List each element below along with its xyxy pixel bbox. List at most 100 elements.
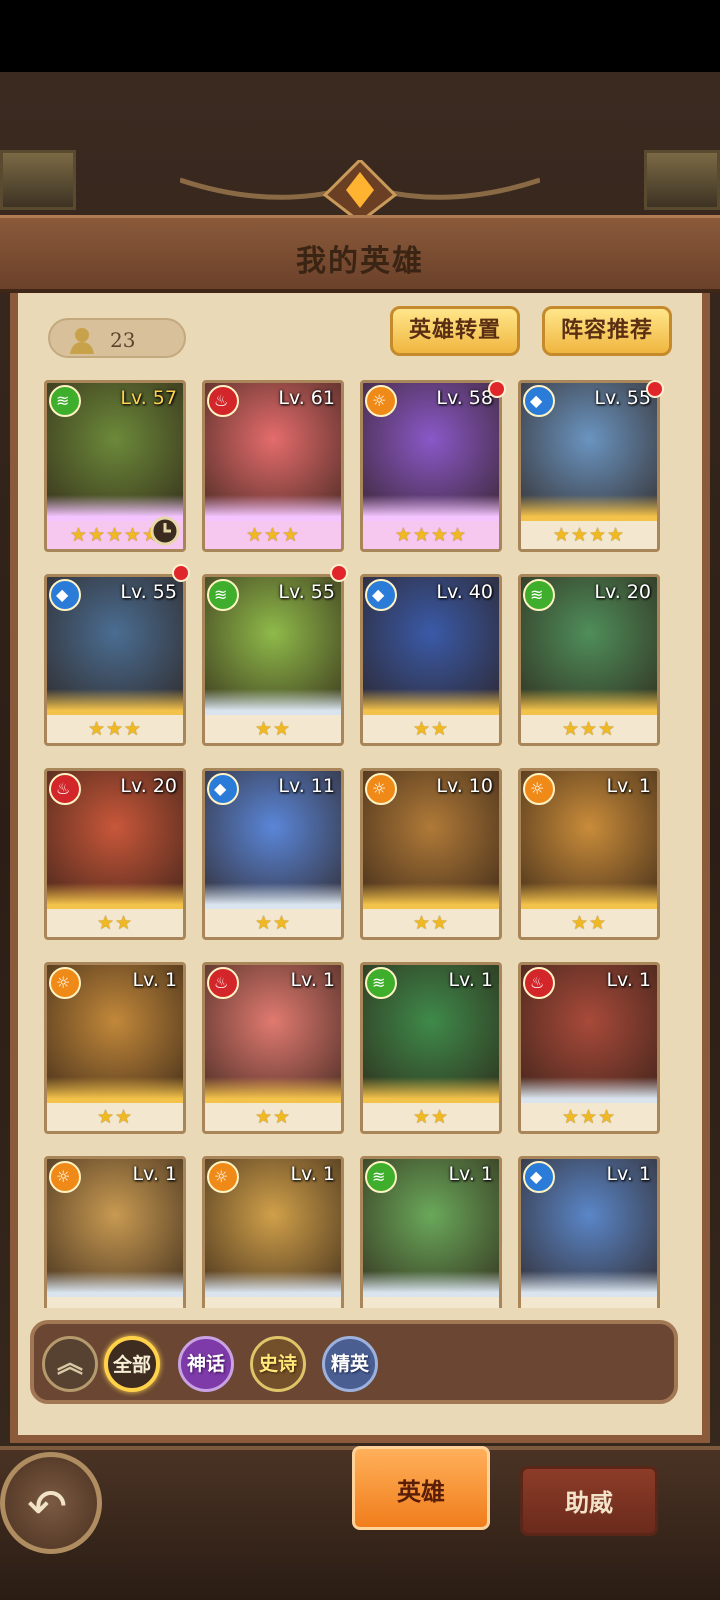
hero-level: Lv. 1 (606, 775, 651, 797)
tab-support[interactable]: 助威 (520, 1466, 658, 1536)
hero-card[interactable]: ◆ Lv. 11 ★★ (202, 768, 344, 940)
hero-level: Lv. 20 (594, 581, 651, 603)
star-rating: ★★★★ (394, 524, 468, 546)
hero-card[interactable]: ◆ Lv. 1 (518, 1156, 660, 1308)
star-rating: ★★ (570, 912, 608, 934)
page-title: 我的英雄 (296, 244, 424, 279)
light-element-icon: ☼ (365, 773, 397, 805)
star-rating: ★★ (96, 1106, 134, 1128)
filter-epic-button[interactable]: 史诗 (250, 1336, 306, 1392)
star-rating: ★★★★ (552, 524, 626, 546)
hero-level: Lv. 11 (278, 775, 335, 797)
star-rating: ★★★ (561, 1106, 617, 1128)
star-rating: ★★ (96, 912, 134, 934)
star-rating: ★★★ (87, 718, 143, 740)
wind-element-icon: ≋ (365, 1161, 397, 1193)
star-rating: ★★ (254, 1106, 292, 1128)
hero-level: Lv. 1 (290, 1163, 335, 1185)
hero-card[interactable]: ☼ Lv. 1 (44, 1156, 186, 1308)
hero-grid: ≋ Lv. 57 ★★★★★ ♨ Lv. 61 ★★★ ☼ Lv. 58 ★★★★ ◆ Lv. 55… (44, 380, 664, 1308)
fire-element-icon: ♨ (207, 967, 239, 999)
light-element-icon: ☼ (49, 1161, 81, 1193)
water-element-icon: ◆ (523, 1161, 555, 1193)
star-rating: ★★ (254, 718, 292, 740)
water-element-icon: ◆ (207, 773, 239, 805)
hero-transfer-button[interactable]: 英雄转置 (390, 306, 520, 356)
hero-card[interactable]: ♨ Lv. 1 ★★ (202, 962, 344, 1134)
card-footer (521, 1297, 657, 1308)
hero-level: Lv. 1 (448, 969, 493, 991)
filter-myth-button[interactable]: 神话 (178, 1336, 234, 1392)
hero-card[interactable]: ≋ Lv. 55 ★★ (202, 574, 344, 746)
hero-level: Lv. 57 (120, 387, 177, 409)
hero-count-badge: 23 (48, 318, 186, 358)
hero-level: Lv. 58 (436, 387, 493, 409)
clock-icon (150, 516, 180, 546)
wind-element-icon: ≋ (365, 967, 397, 999)
light-element-icon: ☼ (207, 1161, 239, 1193)
hero-level: Lv. 1 (290, 969, 335, 991)
hero-level: Lv. 55 (278, 581, 335, 603)
card-footer (363, 1297, 499, 1308)
left-pillar-decoration (0, 150, 76, 210)
tab-heroes[interactable]: 英雄 (352, 1446, 490, 1530)
wind-element-icon: ≋ (207, 579, 239, 611)
hero-card[interactable]: ◆ Lv. 40 ★★ (360, 574, 502, 746)
hero-card[interactable]: ☼ Lv. 58 ★★★★ (360, 380, 502, 552)
back-arrow-icon: ↶ (27, 1479, 68, 1535)
wind-element-icon: ≋ (49, 385, 81, 417)
hero-card[interactable]: ☼ Lv. 1 ★★ (44, 962, 186, 1134)
notification-dot (172, 564, 190, 582)
hero-card[interactable]: ☼ Lv. 10 ★★ (360, 768, 502, 940)
fire-element-icon: ♨ (523, 967, 555, 999)
notification-dot (330, 564, 348, 582)
hero-card[interactable]: ≋ Lv. 57 ★★★★★ (44, 380, 186, 552)
lineup-recommend-button[interactable]: 阵容推荐 (542, 306, 672, 356)
light-element-icon: ☼ (365, 385, 397, 417)
collapse-up-icon[interactable]: ︽ (42, 1336, 98, 1392)
filter-elite-button[interactable]: 精英 (322, 1336, 378, 1392)
hero-card[interactable]: ☼ Lv. 1 (202, 1156, 344, 1308)
hero-card[interactable]: ♨ Lv. 1 ★★★ (518, 962, 660, 1134)
hero-level: Lv. 10 (436, 775, 493, 797)
star-rating: ★★ (254, 912, 292, 934)
light-element-icon: ☼ (49, 967, 81, 999)
star-rating: ★★ (412, 1106, 450, 1128)
water-element-icon: ◆ (49, 579, 81, 611)
back-button[interactable]: ↶ (0, 1452, 102, 1554)
hero-level: Lv. 55 (120, 581, 177, 603)
star-rating: ★★ (412, 718, 450, 740)
hero-card[interactable]: ♨ Lv. 61 ★★★ (202, 380, 344, 552)
hero-card[interactable]: ◆ Lv. 55 ★★★★ (518, 380, 660, 552)
hero-card[interactable]: ≋ Lv. 1 ★★ (360, 962, 502, 1134)
hero-level: Lv. 40 (436, 581, 493, 603)
hero-card[interactable]: ≋ Lv. 1 (360, 1156, 502, 1308)
hero-level: Lv. 20 (120, 775, 177, 797)
star-rating: ★★ (412, 912, 450, 934)
right-pillar-decoration (644, 150, 720, 210)
wind-element-icon: ≋ (523, 579, 555, 611)
hero-count: 23 (110, 328, 136, 352)
hero-level: Lv. 55 (594, 387, 651, 409)
hero-level: Lv. 1 (606, 1163, 651, 1185)
hero-card[interactable]: ≋ Lv. 20 ★★★ (518, 574, 660, 746)
status-bar (0, 0, 720, 72)
fire-element-icon: ♨ (207, 385, 239, 417)
hero-level: Lv. 1 (448, 1163, 493, 1185)
notification-dot (488, 380, 506, 398)
person-icon (70, 328, 94, 354)
water-element-icon: ◆ (365, 579, 397, 611)
star-rating: ★★★ (245, 524, 301, 546)
star-rating: ★★★ (561, 718, 617, 740)
fire-element-icon: ♨ (49, 773, 81, 805)
light-element-icon: ☼ (523, 773, 555, 805)
hero-card[interactable]: ◆ Lv. 55 ★★★ (44, 574, 186, 746)
hero-level: Lv. 1 (132, 1163, 177, 1185)
hero-level: Lv. 1 (606, 969, 651, 991)
hero-card[interactable]: ☼ Lv. 1 ★★ (518, 768, 660, 940)
notification-dot (646, 380, 664, 398)
hero-card[interactable]: ♨ Lv. 20 ★★ (44, 768, 186, 940)
filter-all-button[interactable]: 全部 (104, 1336, 160, 1392)
hero-level: Lv. 61 (278, 387, 335, 409)
card-footer (205, 1297, 341, 1308)
